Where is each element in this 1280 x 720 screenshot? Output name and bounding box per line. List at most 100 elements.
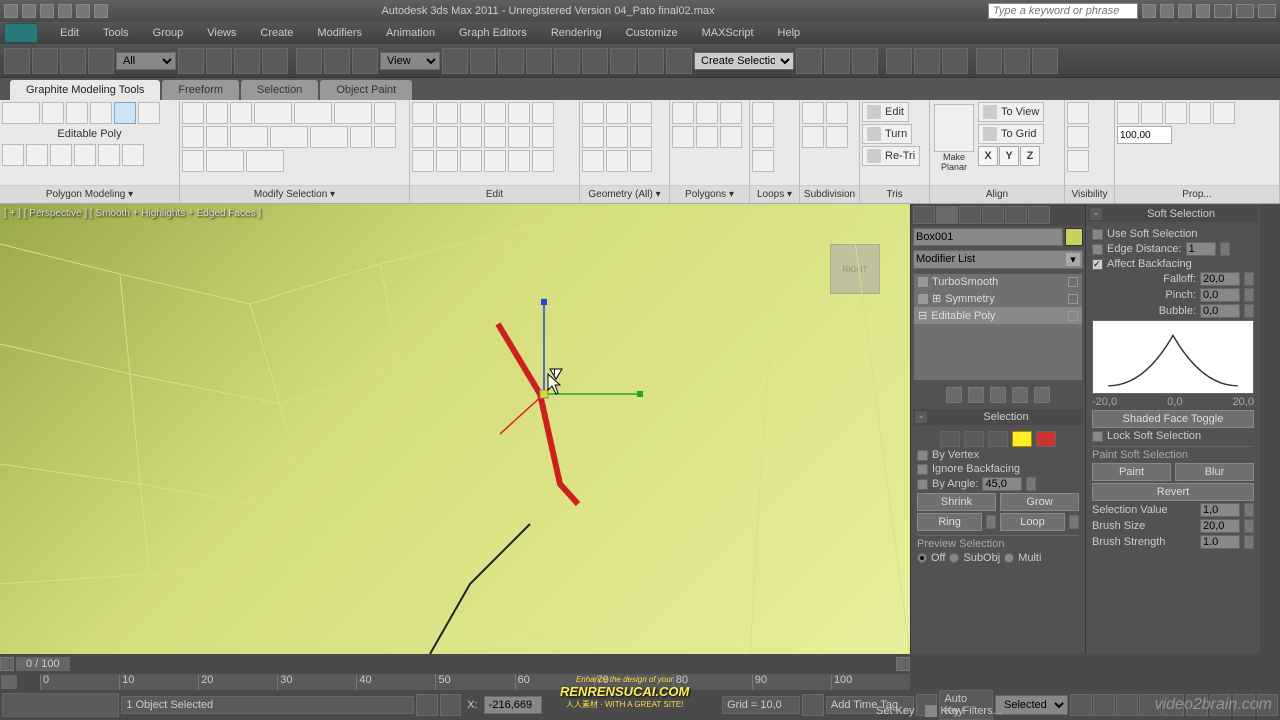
make-unique-icon[interactable] xyxy=(990,387,1006,403)
e3[interactable] xyxy=(460,102,482,124)
ignore-backfacing-checkbox[interactable] xyxy=(917,464,928,475)
g3[interactable] xyxy=(630,102,652,124)
make-planar-button[interactable] xyxy=(934,104,974,152)
timeline-right-icon[interactable] xyxy=(896,657,910,671)
v1[interactable] xyxy=(1067,102,1089,124)
edge-distance-checkbox[interactable] xyxy=(1092,244,1103,255)
spinner-snap-button[interactable] xyxy=(582,48,608,74)
ms5[interactable] xyxy=(294,102,332,124)
ms13[interactable] xyxy=(350,126,372,148)
named-selection-combo[interactable]: All xyxy=(116,52,176,70)
configure-sets-icon[interactable] xyxy=(1034,387,1050,403)
pin-stack-icon[interactable] xyxy=(946,387,962,403)
g8[interactable] xyxy=(606,150,628,172)
brush-size-spinner[interactable] xyxy=(1200,519,1240,533)
e8[interactable] xyxy=(436,126,458,148)
ribbon-tab-graphite-modeling-tools[interactable]: Graphite Modeling Tools xyxy=(10,80,160,100)
link-button[interactable] xyxy=(60,48,86,74)
select-button[interactable] xyxy=(178,48,204,74)
close-button[interactable] xyxy=(1258,4,1276,18)
undo-icon[interactable] xyxy=(58,4,72,18)
script-listener[interactable] xyxy=(2,693,119,717)
viewport[interactable]: [ + ] [ Perspective ] [ Smooth + Highlig… xyxy=(0,204,910,654)
e11[interactable] xyxy=(508,126,530,148)
teapot3-button[interactable] xyxy=(1032,48,1058,74)
key-filters-button[interactable]: Key Filters... xyxy=(941,705,1002,717)
goto-start-icon[interactable] xyxy=(1070,694,1092,716)
to-view-button[interactable]: To View xyxy=(978,102,1044,122)
edge-mode-icon[interactable] xyxy=(66,102,88,124)
p3[interactable] xyxy=(720,102,742,124)
minimize-button[interactable] xyxy=(1214,4,1232,18)
loop-button[interactable]: Loop xyxy=(1000,513,1065,531)
material-editor-button[interactable] xyxy=(852,48,878,74)
selection-set-combo[interactable]: Create Selection Se xyxy=(694,52,794,70)
comm-center-icon[interactable] xyxy=(1160,4,1174,18)
e15[interactable] xyxy=(460,150,482,172)
ms10[interactable] xyxy=(230,126,268,148)
panel-label[interactable]: Loops ▾ xyxy=(750,185,799,203)
ms8[interactable] xyxy=(182,126,204,148)
axis-x-button[interactable]: X xyxy=(978,146,998,166)
menu-rendering[interactable]: Rendering xyxy=(539,27,614,39)
time-ruler[interactable]: 0102030405060708090100 xyxy=(0,674,910,690)
remove-modifier-icon[interactable] xyxy=(1012,387,1028,403)
pivot-button[interactable] xyxy=(442,48,468,74)
key-mode-combo[interactable]: Selected xyxy=(995,695,1068,715)
g1[interactable] xyxy=(582,102,604,124)
panel-label[interactable]: Polygon Modeling ▾ xyxy=(0,185,179,203)
ms17[interactable] xyxy=(246,150,284,172)
align-button[interactable] xyxy=(638,48,664,74)
by-angle-spinner[interactable] xyxy=(982,477,1022,491)
display-tab-icon[interactable] xyxy=(1005,206,1027,224)
p5[interactable] xyxy=(696,126,718,148)
grow-button[interactable]: Grow xyxy=(1000,493,1079,511)
rb6[interactable] xyxy=(122,144,144,166)
ms16[interactable] xyxy=(206,150,244,172)
redo-icon[interactable] xyxy=(76,4,90,18)
border-mode-icon[interactable] xyxy=(90,102,112,124)
brush-strength-spinner[interactable] xyxy=(1200,535,1240,549)
menu-group[interactable]: Group xyxy=(141,27,196,39)
p6[interactable] xyxy=(720,126,742,148)
new-icon[interactable] xyxy=(4,4,18,18)
sd2[interactable] xyxy=(826,102,848,124)
bubble-spinner[interactable] xyxy=(1200,304,1240,318)
use-soft-sel-checkbox[interactable] xyxy=(1092,229,1103,240)
turn-tri-button[interactable]: Turn xyxy=(862,124,912,144)
open-icon[interactable] xyxy=(22,4,36,18)
ribbon-tab-freeform[interactable]: Freeform xyxy=(162,80,239,100)
shaded-face-toggle-button[interactable]: Shaded Face Toggle xyxy=(1092,410,1254,428)
rendered-frame-button[interactable] xyxy=(914,48,940,74)
p2[interactable] xyxy=(696,102,718,124)
ms7[interactable] xyxy=(374,102,396,124)
key-icon[interactable] xyxy=(925,705,937,717)
by-angle-checkbox[interactable] xyxy=(917,479,928,490)
l3[interactable] xyxy=(752,150,774,172)
search-icon[interactable] xyxy=(1142,4,1156,18)
undo-button[interactable] xyxy=(4,48,30,74)
ms2[interactable] xyxy=(206,102,228,124)
schematic-view-button[interactable] xyxy=(824,48,850,74)
l2[interactable] xyxy=(752,126,774,148)
play-icon[interactable] xyxy=(1116,694,1138,716)
expand-icon[interactable] xyxy=(2,102,40,124)
v2[interactable] xyxy=(1067,126,1089,148)
revert-button[interactable]: Revert xyxy=(1092,483,1254,501)
angle-snap-button[interactable] xyxy=(526,48,552,74)
e4[interactable] xyxy=(484,102,506,124)
menu-modifiers[interactable]: Modifiers xyxy=(305,27,374,39)
viewport-label[interactable]: [ + ] [ Perspective ] [ Smooth + Highlig… xyxy=(4,208,261,219)
ms3[interactable] xyxy=(230,102,252,124)
prop-spinner[interactable] xyxy=(1117,126,1172,144)
sd1[interactable] xyxy=(802,102,824,124)
border-subobj-icon[interactable] xyxy=(988,431,1008,447)
object-color-swatch[interactable] xyxy=(1065,228,1083,246)
teapot2-button[interactable] xyxy=(1004,48,1030,74)
e1[interactable] xyxy=(412,102,434,124)
save-icon[interactable] xyxy=(40,4,54,18)
manipulate-button[interactable] xyxy=(470,48,496,74)
e9[interactable] xyxy=(460,126,482,148)
ms4[interactable] xyxy=(254,102,292,124)
p4[interactable] xyxy=(672,126,694,148)
